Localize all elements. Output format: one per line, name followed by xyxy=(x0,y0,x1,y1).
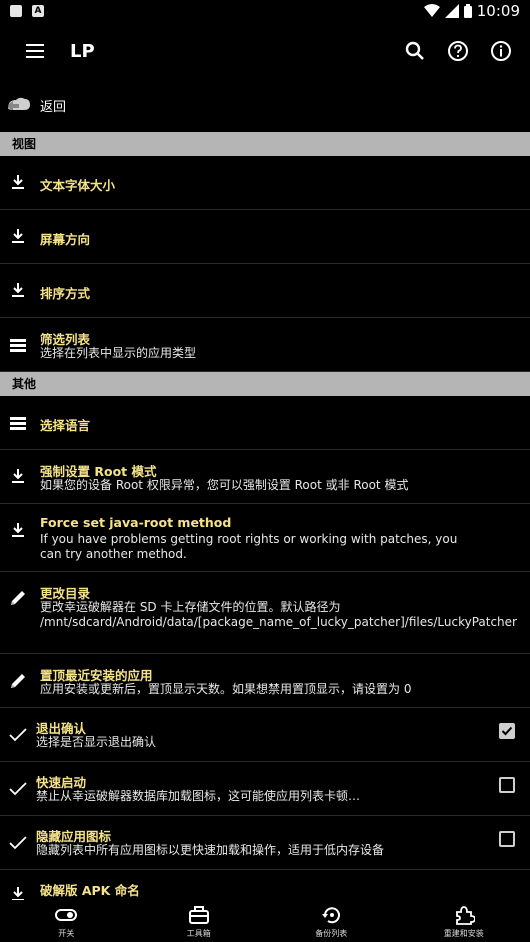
download-icon xyxy=(12,229,24,243)
search-icon[interactable] xyxy=(402,38,428,64)
list-icon xyxy=(10,339,26,352)
cell-signal-icon xyxy=(444,4,459,18)
setting-subtitle: If you have problems getting root rights… xyxy=(40,532,458,561)
exit-confirmation-checkbox[interactable] xyxy=(499,723,515,739)
setting-title: 文本字体大小 xyxy=(40,178,116,193)
setting-quick-start[interactable]: 快速启动 禁止从幸运破解器数据库加载图标，这可能使应用列表卡顿… xyxy=(0,762,530,816)
setting-screen-orientation[interactable]: 屏幕方向 xyxy=(0,210,530,264)
download-icon xyxy=(12,175,24,189)
battery-icon xyxy=(463,4,472,18)
setting-exit-confirmation[interactable]: 退出确认 选择是否显示退出确认 xyxy=(0,708,530,762)
setting-title: Force set java-root method xyxy=(40,515,232,530)
app-title: LP xyxy=(70,41,95,62)
app-bar: LP xyxy=(0,24,530,78)
setting-subtitle: 如果您的设备 Root 权限异常，您可以强制设置 Root 或非 Root 模式 xyxy=(40,478,409,492)
setting-subtitle: 选择是否显示退出确认 xyxy=(36,735,157,749)
checkmark-icon xyxy=(9,836,27,850)
download-icon xyxy=(12,469,24,483)
setting-subtitle: 应用安装或更新后，置顶显示天数。如果想禁用置顶显示，请设置为 0 xyxy=(40,682,412,696)
notification-a-icon: A xyxy=(32,5,44,17)
setting-pin-recent-apps[interactable]: 置顶最近安装的应用 应用安装或更新后，置顶显示天数。如果想禁用置顶显示，请设置为… xyxy=(0,654,530,708)
back-label: 返回 xyxy=(40,100,67,115)
nav-label: 工具箱 xyxy=(186,929,211,938)
clock: 10:09 xyxy=(476,2,520,20)
back-arrow-icon xyxy=(6,97,30,111)
checkmark-icon xyxy=(9,728,27,742)
bottom-navigation: 开关 工具箱 备份列表 重建和安装 xyxy=(0,900,530,942)
wifi-icon xyxy=(423,4,440,17)
nav-rebuild-install[interactable]: 重建和安装 xyxy=(398,900,530,942)
download-icon xyxy=(12,523,24,537)
list-icon xyxy=(10,417,26,430)
setting-subtitle: 更改幸运破解器在 SD 卡上存储文件的位置。默认路径为 /mnt/sdcard/… xyxy=(40,600,517,629)
download-icon xyxy=(12,283,24,297)
toolbox-icon xyxy=(188,906,209,924)
help-icon[interactable] xyxy=(445,38,471,64)
puzzle-icon xyxy=(455,906,475,925)
status-bar: A 10:09 xyxy=(0,0,530,24)
section-view: 视图 xyxy=(0,132,530,156)
checkmark-icon xyxy=(9,782,27,796)
setting-filter-list[interactable]: 筛选列表 选择在列表中显示的应用类型 xyxy=(0,318,530,372)
setting-subtitle: 隐藏列表中所有应用图标以更快速加载和操作，适用于低内存设备 xyxy=(36,843,385,857)
nav-toggle[interactable]: 开关 xyxy=(0,900,133,942)
hide-app-icons-checkbox[interactable] xyxy=(499,831,515,847)
setting-title: 破解版 APK 命名 xyxy=(40,883,140,898)
menu-icon[interactable] xyxy=(22,38,48,64)
pencil-icon xyxy=(11,591,25,605)
nav-label: 重建和安装 xyxy=(443,929,484,938)
check-icon xyxy=(501,726,513,736)
nav-toolbox[interactable]: 工具箱 xyxy=(133,900,266,942)
quick-start-checkbox[interactable] xyxy=(499,777,515,793)
nav-label: 开关 xyxy=(58,929,75,938)
setting-title: 排序方式 xyxy=(40,286,91,301)
setting-text-size[interactable]: 文本字体大小 xyxy=(0,156,530,210)
setting-change-directory[interactable]: 更改目录 更改幸运破解器在 SD 卡上存储文件的位置。默认路径为 /mnt/sd… xyxy=(0,572,530,654)
setting-language[interactable]: 选择语言 xyxy=(0,396,530,450)
setting-subtitle: 禁止从幸运破解器数据库加载图标，这可能使应用列表卡顿… xyxy=(36,789,361,803)
setting-hide-app-icons[interactable]: 隐藏应用图标 隐藏列表中所有应用图标以更快速加载和操作，适用于低内存设备 xyxy=(0,816,530,870)
setting-java-root-method[interactable]: Force set java-root method If you have p… xyxy=(0,504,530,572)
settings-list: 返回 视图 文本字体大小 屏幕方向 排序方式 筛选列表 选择在列表中显示的应用类… xyxy=(0,78,530,910)
setting-force-root-mode[interactable]: 强制设置 Root 模式 如果您的设备 Root 权限异常，您可以强制设置 Ro… xyxy=(0,450,530,504)
backup-icon xyxy=(322,907,341,924)
back-row[interactable]: 返回 xyxy=(0,78,530,132)
info-icon[interactable] xyxy=(488,38,514,64)
setting-title: 选择语言 xyxy=(40,418,91,433)
setting-title: 屏幕方向 xyxy=(40,232,91,247)
nav-backup-list[interactable]: 备份列表 xyxy=(265,900,398,942)
notification-icon xyxy=(10,5,22,17)
setting-sort-order[interactable]: 排序方式 xyxy=(0,264,530,318)
section-other: 其他 xyxy=(0,372,530,396)
setting-subtitle: 选择在列表中显示的应用类型 xyxy=(40,346,197,360)
toggle-icon xyxy=(55,909,78,921)
nav-label: 备份列表 xyxy=(315,929,348,938)
pencil-icon xyxy=(11,674,25,688)
